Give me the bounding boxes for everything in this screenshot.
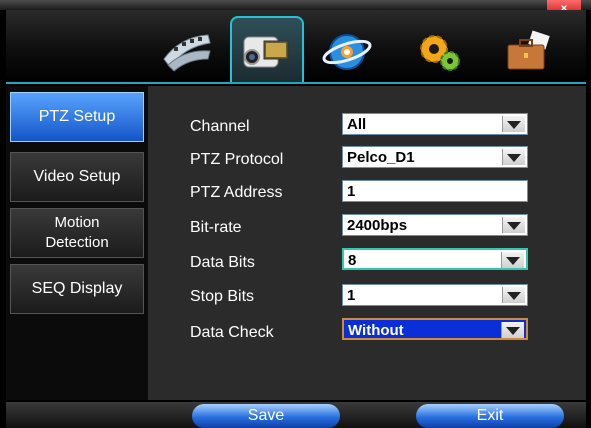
tab-settings[interactable] xyxy=(404,22,474,82)
sidebar-item-label: Video Setup xyxy=(33,168,121,185)
data-bits-value: 8 xyxy=(348,252,357,269)
stop-bits-select[interactable]: 1 xyxy=(342,284,528,306)
ptz-protocol-select[interactable]: Pelco_D1 xyxy=(342,146,528,168)
ptz-settings-panel: Channel All PTZ Protocol Pelco_D1 PTZ Ad… xyxy=(150,86,586,400)
ptz-setup-window: × PTZ Setup Video Setup Motion Detection… xyxy=(0,0,591,428)
ptz-address-input[interactable]: 1 xyxy=(342,180,528,202)
sidebar-item-motion-detection[interactable]: Motion Detection xyxy=(10,208,144,258)
title-bar xyxy=(0,0,591,10)
chevron-down-icon[interactable] xyxy=(501,322,524,338)
tab-camera[interactable] xyxy=(230,16,304,84)
ptz-address-label: PTZ Address xyxy=(190,184,283,201)
sidebar-item-seq-display[interactable]: SEQ Display xyxy=(10,264,144,314)
chevron-down-icon[interactable] xyxy=(501,252,524,268)
sidebar-item-label: SEQ Display xyxy=(31,280,123,297)
sidebar-item-label-line2: Detection xyxy=(45,234,109,251)
sidebar-item-label: PTZ Setup xyxy=(38,108,116,125)
camcorder-icon xyxy=(243,36,289,68)
data-check-select[interactable]: Without xyxy=(342,318,528,340)
ptz-protocol-value: Pelco_D1 xyxy=(347,149,415,166)
channel-select[interactable]: All xyxy=(342,113,528,135)
stop-bits-label: Stop Bits xyxy=(190,288,255,305)
data-check-value: Without xyxy=(348,322,404,339)
top-tab-bar xyxy=(6,10,586,84)
chevron-down-icon[interactable] xyxy=(502,116,525,132)
channel-label: Channel xyxy=(190,118,250,135)
sidebar: PTZ Setup Video Setup Motion Detection S… xyxy=(6,86,150,400)
chevron-down-icon[interactable] xyxy=(502,287,525,303)
data-bits-label: Data Bits xyxy=(190,254,255,271)
bit-rate-select[interactable]: 2400bps xyxy=(342,214,528,236)
tab-divider xyxy=(6,82,586,84)
exit-button[interactable]: Exit xyxy=(416,404,564,428)
save-button[interactable]: Save xyxy=(192,404,340,428)
ptz-address-value: 1 xyxy=(347,183,356,200)
bit-rate-label: Bit-rate xyxy=(190,219,242,236)
ptz-protocol-label: PTZ Protocol xyxy=(190,151,284,168)
briefcase-icon xyxy=(507,30,550,70)
tab-network[interactable] xyxy=(312,22,382,82)
globe-icon xyxy=(322,34,372,70)
data-bits-select[interactable]: 8 xyxy=(342,248,528,270)
channel-value: All xyxy=(347,116,367,133)
sidebar-item-ptz-setup[interactable]: PTZ Setup xyxy=(10,92,144,142)
tab-video[interactable] xyxy=(152,22,222,82)
data-check-label: Data Check xyxy=(190,324,274,341)
chevron-down-icon[interactable] xyxy=(502,149,525,165)
stop-bits-value: 1 xyxy=(347,287,356,304)
tab-tools[interactable] xyxy=(492,22,562,82)
sidebar-item-label-line1: Motion xyxy=(54,214,100,231)
sidebar-item-label: Motion Detection xyxy=(10,213,144,253)
chevron-down-icon[interactable] xyxy=(502,217,525,233)
film-reel-icon xyxy=(163,34,211,72)
bit-rate-value: 2400bps xyxy=(347,217,408,234)
sidebar-item-video-setup[interactable]: Video Setup xyxy=(10,152,144,202)
gears-icon xyxy=(420,35,460,71)
